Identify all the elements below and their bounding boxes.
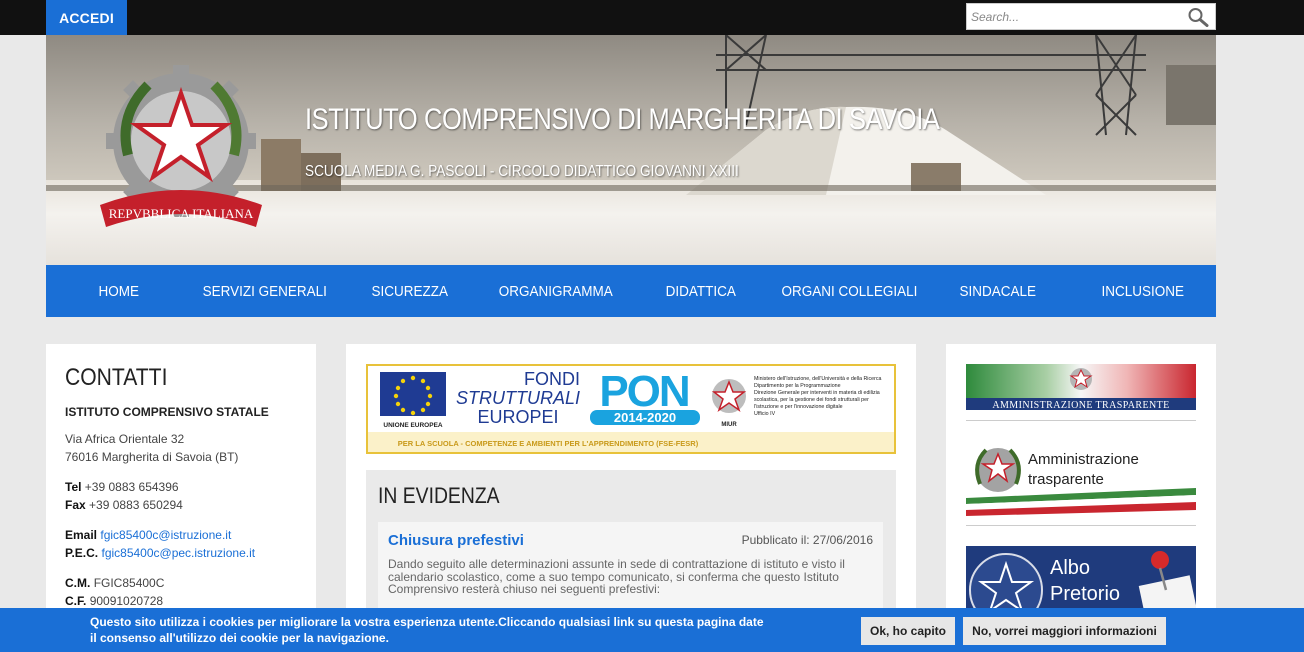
ministry-line-4: scolastica, per la gestione dei fondi st… [754, 397, 869, 403]
banner2-line-1: Amministrazione [1028, 451, 1139, 468]
school-title: ISTITUTO COMPRENSIVO DI MARGHERITA DI SA… [305, 103, 940, 136]
email-link[interactable]: fgic85400c@istruzione.it [100, 528, 231, 542]
cm-label: C.M. [65, 576, 91, 590]
ministry-line-1: Ministero dell'Istruzione, dell'Universi… [754, 376, 881, 382]
main-content: UNIONE EUROPEA FONDI STRUTTURALI EUROPEI… [346, 344, 916, 652]
nav-item-inclusione[interactable]: INCLUSIONE [1078, 265, 1209, 317]
search-input[interactable] [971, 7, 1181, 26]
ministry-line-2: Dipartimento per la Programmazione [754, 383, 841, 389]
cf-value: 90091020728 [89, 594, 164, 608]
institute-name: ISTITUTO COMPRENSIVO STATALE [65, 405, 269, 419]
pec-label: P.E.C. [65, 546, 99, 560]
pushpin-icon [1151, 551, 1169, 569]
trasparente-banner: Amministrazione trasparente [966, 448, 1196, 516]
nav-item-sindacale[interactable]: SINDACALE [932, 265, 1063, 317]
nav-item-organigramma[interactable]: ORGANIGRAMMA [490, 265, 621, 317]
cookie-more-info-button[interactable]: No, vorrei maggiori informazioni [963, 617, 1166, 645]
banner2-line-2: trasparente [1028, 471, 1104, 488]
divider [966, 420, 1196, 421]
amministrazione-trasparente-banner-2[interactable]: Amministrazione trasparente [966, 440, 1196, 516]
cookie-text: Questo sito utilizza i cookies per migli… [90, 615, 764, 645]
evidenza-title: IN EVIDENZA [378, 483, 500, 508]
fondi-line-1: FONDI [524, 369, 580, 389]
pec-link[interactable]: fgic85400c@pec.istruzione.it [101, 546, 255, 560]
sidebar-banners: AMMINISTRAZIONE TRASPARENTE Amministrazi… [946, 344, 1216, 652]
news-body: Dando seguito alle determinazioni assunt… [388, 557, 845, 596]
contacts-panel: CONTATTI ISTITUTO COMPRENSIVO STATALE Vi… [46, 344, 316, 652]
tel-value: +39 0883 654396 [84, 480, 179, 494]
ministry-line-5: l'istruzione e per l'innovazione digital… [754, 404, 843, 410]
fondi-line-3: EUROPEI [477, 407, 558, 427]
nav-item-sicurezza[interactable]: SICUREZZA [344, 265, 475, 317]
login-button[interactable]: ACCEDI [46, 0, 127, 35]
search-icon[interactable] [1187, 7, 1209, 27]
cookie-banner: Questo sito utilizza i cookies per migli… [0, 608, 1304, 652]
divider [966, 525, 1196, 526]
cm-value: FGIC85400C [93, 576, 165, 590]
banner3-line-1: Albo [1050, 557, 1090, 579]
main-nav: HOME SERVIZI GENERALI SICUREZZA ORGANIGR… [46, 265, 1216, 317]
pon-text: PON [599, 367, 688, 416]
banner3-line-2: Pretorio [1050, 583, 1120, 605]
contacts-title: CONTATTI [65, 364, 168, 391]
amministrazione-trasparente-banner-1[interactable]: AMMINISTRAZIONE TRASPARENTE [966, 364, 1196, 410]
ministry-line-6: Ufficio IV [754, 411, 776, 417]
pon-footer: PER LA SCUOLA - COMPETENZE E AMBIENTI PE… [398, 439, 699, 448]
address-line-1: Via Africa Orientale 32 [65, 432, 185, 446]
email-block: Email fgic85400c@istruzione.it P.E.C. fg… [65, 526, 297, 562]
codes-block: C.M. FGIC85400C C.F. 90091020728 [65, 574, 297, 610]
pon-logo: UNIONE EUROPEA FONDI STRUTTURALI EUROPEI… [368, 367, 894, 452]
top-bar: ACCEDI [0, 0, 1304, 35]
fax-value: +39 0883 650294 [89, 498, 183, 512]
miur-label: MIUR [721, 422, 737, 428]
emblem-ribbon-text: REPVBBLICA ITALIANA [109, 206, 254, 221]
search-box [966, 3, 1216, 30]
cf-label: C.F. [65, 594, 87, 608]
ministry-line-3: Direzione Generale per interventi in mat… [754, 390, 880, 396]
nav-item-servizi-generali[interactable]: SERVIZI GENERALI [199, 265, 330, 317]
fondi-line-2: STRUTTURALI [456, 388, 580, 408]
news-date: Pubblicato il: 27/06/2016 [741, 533, 873, 547]
email-label: Email [65, 528, 98, 542]
banner1-label: AMMINISTRAZIONE TRASPARENTE [992, 400, 1169, 410]
phone-block: Tel +39 0883 654396 Fax +39 0883 650294 [65, 478, 297, 514]
pon-banner[interactable]: UNIONE EUROPEA FONDI STRUTTURALI EUROPEI… [366, 364, 896, 454]
flag-banner: AMMINISTRAZIONE TRASPARENTE [966, 364, 1196, 410]
header-banner: REPVBBLICA ITALIANA ISTITUTO COMPRENSIVO… [46, 35, 1216, 265]
fax-label: Fax [65, 498, 86, 512]
nav-item-organi-collegiali[interactable]: ORGANI COLLEGIALI [782, 265, 918, 317]
school-subtitle: SCUOLA MEDIA G. PASCOLI - CIRCOLO DIDATT… [305, 163, 739, 180]
nav-item-didattica[interactable]: DIDATTICA [636, 265, 767, 317]
cookie-accept-button[interactable]: Ok, ho capito [861, 617, 955, 645]
address-block: Via Africa Orientale 32 76016 Margherita… [65, 430, 297, 466]
tel-label: Tel [65, 480, 82, 494]
italian-republic-emblem: REPVBBLICA ITALIANA [100, 65, 262, 227]
address-line-2: 76016 Margherita di Savoia (BT) [65, 450, 239, 464]
nav-item-home[interactable]: HOME [53, 265, 184, 317]
eu-label: UNIONE EUROPEA [383, 422, 443, 429]
pon-years: 2014-2020 [614, 410, 676, 425]
